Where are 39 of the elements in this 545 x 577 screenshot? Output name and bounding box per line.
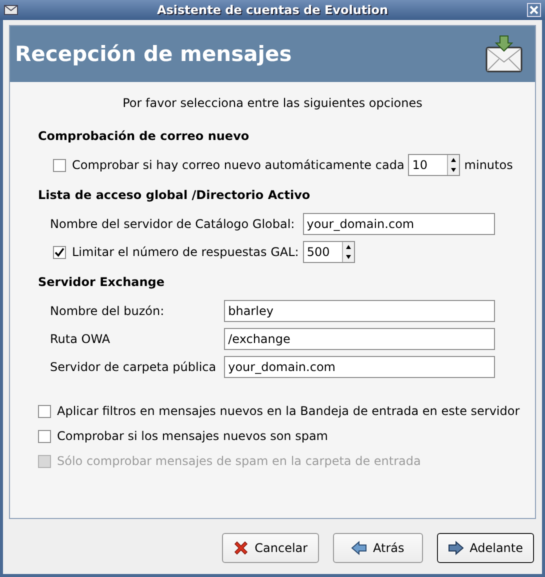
next-button[interactable]: Adelante [436,533,534,563]
page-title: Recepción de mensajes [15,42,292,66]
field-label: Nombre del buzón: [50,304,166,318]
spin-arrows-icon[interactable] [447,155,460,175]
checkbox-label: Comprobar si hay correo nuevo automáticamente cada [72,158,404,172]
spin-value[interactable]: 10 [409,155,448,175]
close-icon[interactable] [527,3,541,17]
instruction-text: Por favor selecciona entre las siguientes opciones [122,96,424,110]
checkbox[interactable] [38,430,51,442]
text-field[interactable]: your_domain.com [224,356,495,378]
checkbox-label: Limitar el número de respuestas GAL: [72,245,299,259]
spin-box[interactable]: 500 [302,241,355,263]
back-button[interactable]: Atrás [332,533,423,563]
mail-download-icon [485,35,523,73]
spin-value[interactable]: 500 [304,242,342,262]
checkbox[interactable] [53,158,66,172]
cancel-button[interactable]: Cancelar [222,533,319,563]
field-label: Ruta OWA [50,332,112,346]
text-field[interactable]: /exchange [224,328,495,350]
spin-box[interactable]: 10 [408,154,460,176]
section-heading: Servidor Exchange [38,275,166,289]
cross-icon [232,540,249,556]
window-title: Asistente de cuentas de Evolution [156,3,390,17]
left-arrow-icon [350,540,367,556]
checkbox-label: Sólo comprobar mensajes de spam en la carpeta de entrada [57,454,421,468]
checkbox[interactable] [53,246,66,258]
checkbox[interactable] [38,404,51,418]
section-heading: Comprobación de correo nuevo [38,129,250,143]
text-field[interactable]: your_domain.com [302,213,495,235]
right-arrow-icon [448,540,464,556]
field-label: Nombre del servidor de Catálogo Global: [50,217,295,231]
text-field[interactable]: bharley [224,300,495,322]
field-label: Servidor de carpeta pública [50,360,216,374]
spin-arrows-icon[interactable] [342,242,354,262]
envelope-icon [4,5,18,15]
unit-label: minutos [464,158,513,172]
checkbox-label: Aplicar filtros en mensajes nuevos en la Bandeja de entrada en este servidor [57,404,520,418]
section-heading: Lista de acceso global /Directorio Activo [38,188,312,202]
checkbox-label: Comprobar si los mensajes nuevos son spam [57,429,328,443]
